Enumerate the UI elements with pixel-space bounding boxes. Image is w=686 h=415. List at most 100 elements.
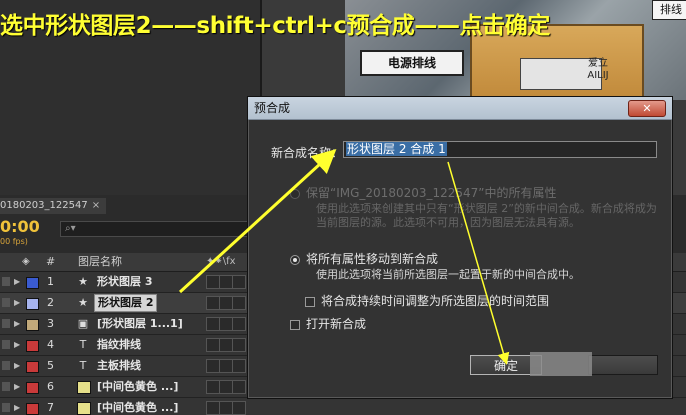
layer-name[interactable]: [中间色黄色 ...] <box>97 377 178 397</box>
label-color-swatch[interactable] <box>26 298 39 310</box>
layer-name[interactable]: [形状图层 1...1] <box>97 314 183 334</box>
layer-number: 5 <box>47 359 54 372</box>
label-color-swatch[interactable] <box>26 403 39 415</box>
layer-number: 2 <box>47 296 54 309</box>
column-switches-header: ✦⁕\fx <box>206 256 236 267</box>
solid-icon <box>77 402 91 415</box>
layer-switch[interactable] <box>219 275 233 289</box>
timeline-tab-label: 0180203_122547 <box>0 200 88 211</box>
footage-corner-label: 排线 <box>652 0 686 20</box>
layer-number: 4 <box>47 338 54 351</box>
label-color-swatch[interactable] <box>26 340 39 352</box>
footage-brand-line1: 爱立 <box>588 58 608 69</box>
layer-number: 1 <box>47 275 54 288</box>
checkbox-open-new-comp-label: 打开新合成 <box>306 317 367 331</box>
dialog-body: 新合成名称： 形状图层 2 合成 1 保留“IMG_20180203_12254… <box>248 120 672 398</box>
cancel-button[interactable] <box>588 355 658 375</box>
layer-switch[interactable] <box>232 380 246 394</box>
layer-name[interactable]: 指纹排线 <box>97 335 141 355</box>
layer-number: 7 <box>47 401 54 414</box>
layer-switch[interactable] <box>219 338 233 352</box>
footage-brand-line2: AILIJ <box>587 70 609 81</box>
column-number-header: # <box>46 255 56 268</box>
layer-number: 6 <box>47 380 54 393</box>
radio-keep-attributes[interactable] <box>290 189 300 199</box>
footage-brand-label: 爱立 AILIJ <box>578 58 618 82</box>
layer-switch[interactable] <box>219 317 233 331</box>
label-color-swatch[interactable] <box>26 382 39 394</box>
layer-switch[interactable] <box>206 380 220 394</box>
shape-star-icon: ★ <box>78 275 88 288</box>
layer-switch[interactable] <box>232 317 246 331</box>
layer-switch[interactable] <box>232 401 246 415</box>
instruction-banner: 选中形状图层2——shift+ctrl+c预合成——点击确定 <box>0 13 550 39</box>
checkbox-adjust-duration-label: 将合成持续时间调整为所选图层的时间范围 <box>321 294 550 308</box>
twirl-down-icon[interactable]: ▶ <box>14 377 20 397</box>
twirl-down-icon[interactable]: ▶ <box>14 314 20 334</box>
layer-name[interactable]: 形状图层 3 <box>97 272 152 292</box>
tag-icon: ◈ <box>22 256 30 267</box>
mosaic-blur <box>530 352 592 376</box>
layer-switch[interactable] <box>232 338 246 352</box>
text-icon: T <box>79 338 87 351</box>
visibility-icon[interactable] <box>2 298 10 307</box>
layer-switch[interactable] <box>232 359 246 373</box>
radio-move-attributes[interactable] <box>290 255 300 265</box>
twirl-down-icon[interactable]: ▶ <box>14 272 20 292</box>
radio-keep-attributes-label: 保留“IMG_20180203_122547”中的所有属性 <box>306 186 557 200</box>
column-layer-name-header[interactable]: 图层名称 <box>78 253 122 271</box>
current-timecode[interactable]: 0:00 <box>0 217 40 236</box>
radio-move-attributes-desc: 使用此选项将当前所选图层一起置于新的中间合成中。 <box>316 268 580 281</box>
new-comp-name-input[interactable]: 形状图层 2 合成 1 <box>343 141 657 158</box>
layer-switch[interactable] <box>206 338 220 352</box>
close-icon[interactable]: × <box>92 200 100 211</box>
precomp-icon: ▣ <box>77 317 89 330</box>
layer-switch[interactable] <box>206 296 220 310</box>
layer-switch[interactable] <box>206 401 220 415</box>
layer-switch[interactable] <box>219 296 233 310</box>
solid-icon <box>77 381 91 394</box>
screenshot-stage: 电源排线 爱立 AILIJ 排线 选中形状图层2——shift+ctrl+c预合… <box>0 0 686 415</box>
layer-switch[interactable] <box>219 401 233 415</box>
visibility-icon[interactable] <box>2 277 10 286</box>
layer-search-input[interactable]: ⌕▾ <box>60 221 256 237</box>
footage-label-power-cable: 电源排线 <box>360 50 464 76</box>
visibility-icon[interactable] <box>2 361 10 370</box>
twirl-down-icon[interactable]: ▶ <box>14 356 20 376</box>
visibility-icon[interactable] <box>2 319 10 328</box>
layer-switch[interactable] <box>232 296 246 310</box>
new-comp-name-label: 新合成名称： <box>271 146 344 160</box>
checkbox-adjust-duration[interactable] <box>305 297 315 307</box>
layer-switch[interactable] <box>232 275 246 289</box>
twirl-down-icon[interactable]: ▶ <box>14 398 20 415</box>
close-button[interactable]: ✕ <box>628 100 666 117</box>
layer-switch[interactable] <box>219 380 233 394</box>
new-comp-name-value: 形状图层 2 合成 1 <box>346 142 447 156</box>
twirl-down-icon[interactable]: ▶ <box>14 293 20 313</box>
layer-number: 3 <box>47 317 54 330</box>
radio-move-attributes-label: 将所有属性移动到新合成 <box>306 252 439 266</box>
dialog-title: 预合成 <box>254 101 291 115</box>
dialog-titlebar[interactable]: 预合成 ✕ <box>248 97 672 120</box>
visibility-icon[interactable] <box>2 403 10 412</box>
frame-rate-readout: 00 fps) <box>0 237 28 246</box>
visibility-icon[interactable] <box>2 340 10 349</box>
layer-name[interactable]: [中间色黄色 ...] <box>97 398 178 415</box>
label-color-swatch[interactable] <box>26 277 39 289</box>
label-color-swatch[interactable] <box>26 319 39 331</box>
label-color-swatch[interactable] <box>26 361 39 373</box>
layer-name[interactable]: 形状图层 2 <box>94 294 158 312</box>
layer-switch[interactable] <box>206 317 220 331</box>
twirl-down-icon[interactable]: ▶ <box>14 335 20 355</box>
layer-switch[interactable] <box>206 275 220 289</box>
checkbox-open-new-comp[interactable] <box>290 320 300 330</box>
search-icon: ⌕▾ <box>65 223 76 234</box>
visibility-icon[interactable] <box>2 382 10 391</box>
layer-switch[interactable] <box>206 359 220 373</box>
text-icon: T <box>79 359 87 372</box>
timeline-tab[interactable]: 0180203_122547 × <box>0 198 107 214</box>
layer-switch[interactable] <box>219 359 233 373</box>
radio-keep-attributes-desc: 使用此选项来创建其中只有“形状图层 2”的新中间合成。新合成将成为当前图层的源。… <box>316 202 657 229</box>
layer-name[interactable]: 主板排线 <box>97 356 141 376</box>
layer-row[interactable]: ▶ 7 [中间色黄色 ...] <box>0 398 686 415</box>
